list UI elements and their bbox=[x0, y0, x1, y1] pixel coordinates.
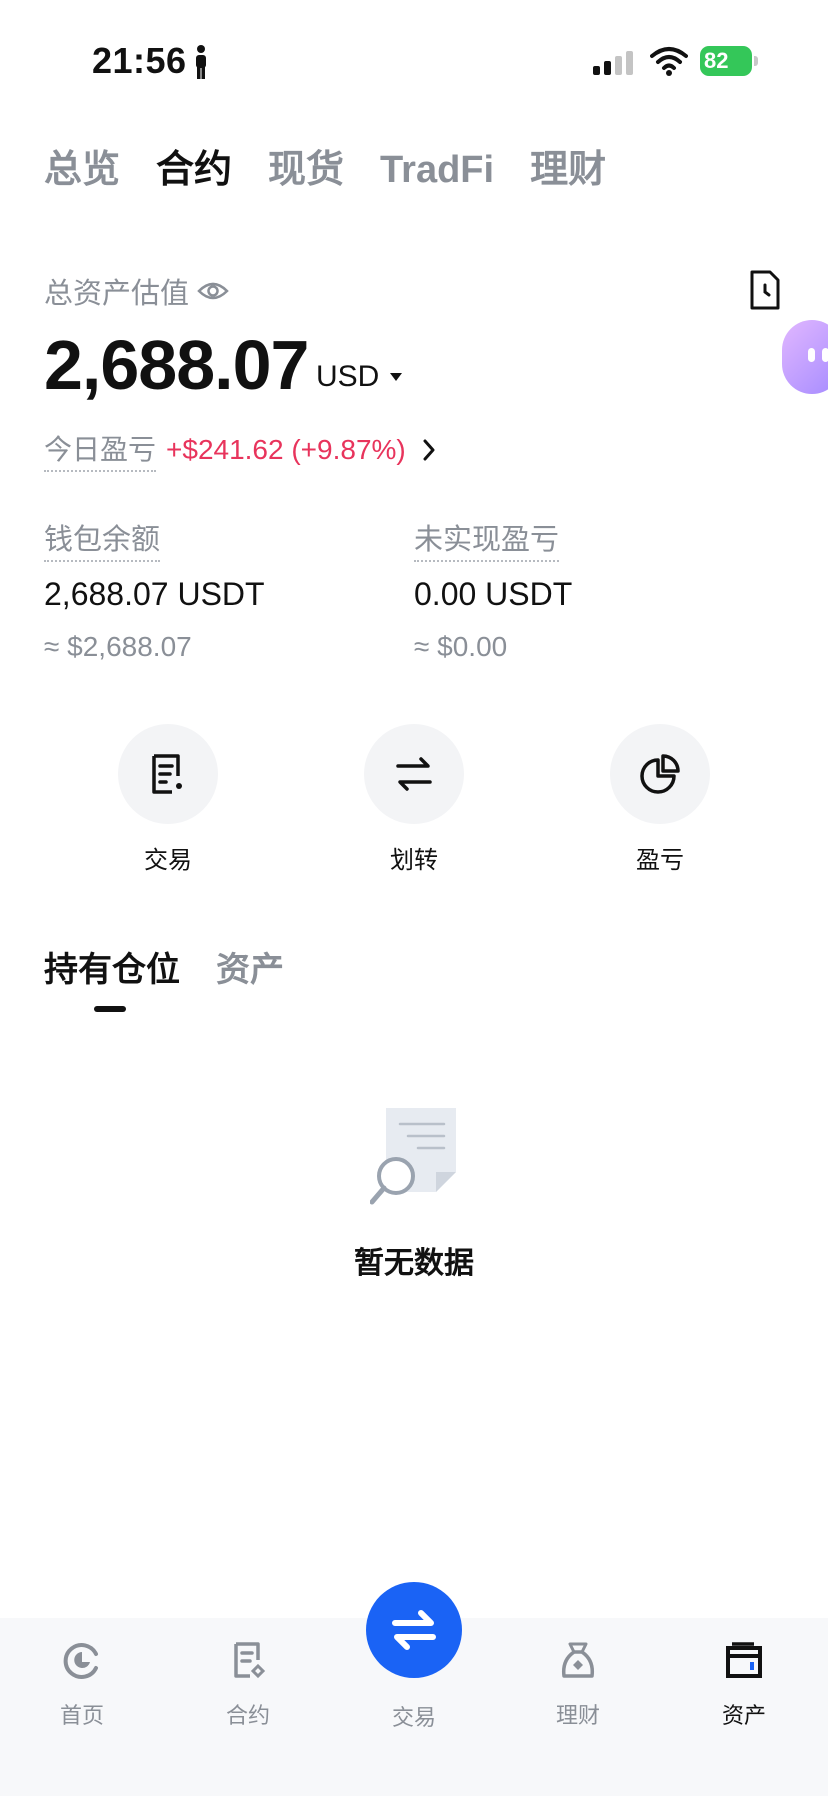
pnl-action-label: 盈亏 bbox=[636, 847, 684, 874]
unrealized-pnl-block: 未实现盈亏 0.00 USDT ≈ $0.00 bbox=[414, 516, 572, 663]
total-asset-label-row: 总资产估值 bbox=[44, 270, 229, 312]
trade-fab-button[interactable] bbox=[366, 1582, 462, 1678]
today-pnl-value: +$241.62 (+9.87%) bbox=[166, 434, 406, 465]
contract-icon bbox=[234, 1642, 266, 1679]
finance-bag-icon bbox=[561, 1642, 595, 1678]
total-asset-label: 总资产估值 bbox=[44, 278, 190, 310]
nav-contract-label: 合约 bbox=[225, 1703, 270, 1728]
chevron-right-icon bbox=[423, 439, 435, 461]
nav-finance-label: 理财 bbox=[555, 1703, 600, 1728]
trade-action-button[interactable]: 交易 bbox=[116, 724, 220, 875]
unrealized-pnl-approx: ≈ $0.00 bbox=[414, 631, 508, 662]
unrealized-pnl-value: 0.00 USDT bbox=[414, 576, 573, 612]
trade-swap-icon bbox=[392, 1610, 436, 1650]
currency-selector[interactable]: USD bbox=[316, 360, 403, 394]
battery-indicator: 82 bbox=[700, 46, 758, 76]
trade-action-circle bbox=[118, 724, 218, 824]
signal-icon bbox=[593, 51, 633, 75]
empty-search-document-icon bbox=[370, 1108, 456, 1205]
home-icon bbox=[63, 1643, 98, 1679]
transfer-action-button[interactable]: 划转 bbox=[362, 724, 466, 875]
tab-finance[interactable]: 理财 bbox=[530, 144, 606, 196]
section-tabs: 持有仓位 资产 bbox=[44, 942, 284, 991]
nav-contract[interactable]: 合约 bbox=[198, 1640, 298, 1730]
person-icon bbox=[196, 45, 206, 79]
nav-home[interactable]: 首页 bbox=[32, 1640, 132, 1730]
tab-tradfi[interactable]: TradFi bbox=[380, 144, 494, 196]
nav-trade[interactable]: 交易 bbox=[364, 1680, 464, 1732]
status-bar: 21:56 82 bbox=[0, 0, 828, 120]
pnl-action-button[interactable]: 盈亏 bbox=[608, 724, 712, 875]
pie-chart-icon bbox=[640, 754, 680, 794]
caret-down-icon bbox=[390, 373, 403, 381]
nav-home-label: 首页 bbox=[59, 1703, 104, 1728]
document-edit-icon bbox=[152, 754, 182, 794]
pnl-action-circle bbox=[610, 724, 710, 824]
assistant-eye-right bbox=[822, 348, 828, 362]
transfer-arrows-icon bbox=[396, 757, 432, 791]
nav-trade-label: 交易 bbox=[391, 1705, 436, 1730]
wallet-icon bbox=[726, 1642, 762, 1678]
top-tabs: 总览 合约 现货 TradFi 理财 bbox=[44, 144, 606, 196]
wallet-balance-label[interactable]: 钱包余额 bbox=[44, 516, 161, 562]
wallet-balance-value: 2,688.07 USDT bbox=[44, 576, 265, 612]
tab-overview[interactable]: 总览 bbox=[44, 144, 120, 196]
status-time: 21:56 bbox=[92, 40, 187, 81]
today-pnl-row[interactable]: 今日盈亏 +$241.62 (+9.87%) bbox=[44, 428, 436, 472]
wallet-balance-approx: ≈ $2,688.07 bbox=[44, 631, 192, 662]
battery-level: 82 bbox=[700, 46, 752, 76]
wifi-icon bbox=[650, 47, 688, 76]
unrealized-pnl-label[interactable]: 未实现盈亏 bbox=[414, 516, 560, 562]
assistant-eye-left bbox=[808, 348, 815, 362]
active-tab-indicator bbox=[94, 1006, 126, 1012]
tab-spot[interactable]: 现货 bbox=[268, 144, 344, 196]
transfer-action-circle bbox=[364, 724, 464, 824]
nav-assets[interactable]: 资产 bbox=[694, 1640, 794, 1730]
floating-assistant-button[interactable] bbox=[782, 320, 828, 394]
history-document-icon[interactable] bbox=[748, 270, 782, 310]
eye-icon[interactable] bbox=[197, 279, 229, 303]
today-pnl-label: 今日盈亏 bbox=[44, 428, 157, 472]
nav-finance[interactable]: 理财 bbox=[528, 1640, 628, 1730]
tab-contract[interactable]: 合约 bbox=[156, 144, 232, 196]
tab-positions[interactable]: 持有仓位 bbox=[44, 942, 180, 991]
transfer-action-label: 划转 bbox=[390, 847, 438, 874]
total-asset-amount: 2,688.07 bbox=[44, 326, 309, 404]
trade-action-label: 交易 bbox=[144, 847, 192, 874]
empty-state-text: 暂无数据 bbox=[354, 1247, 474, 1280]
wallet-balance-block: 钱包余额 2,688.07 USDT ≈ $2,688.07 bbox=[44, 516, 265, 663]
nav-assets-label: 资产 bbox=[721, 1703, 766, 1728]
battery-cap bbox=[754, 56, 758, 66]
currency-label: USD bbox=[316, 360, 380, 393]
tab-assets[interactable]: 资产 bbox=[216, 942, 284, 991]
